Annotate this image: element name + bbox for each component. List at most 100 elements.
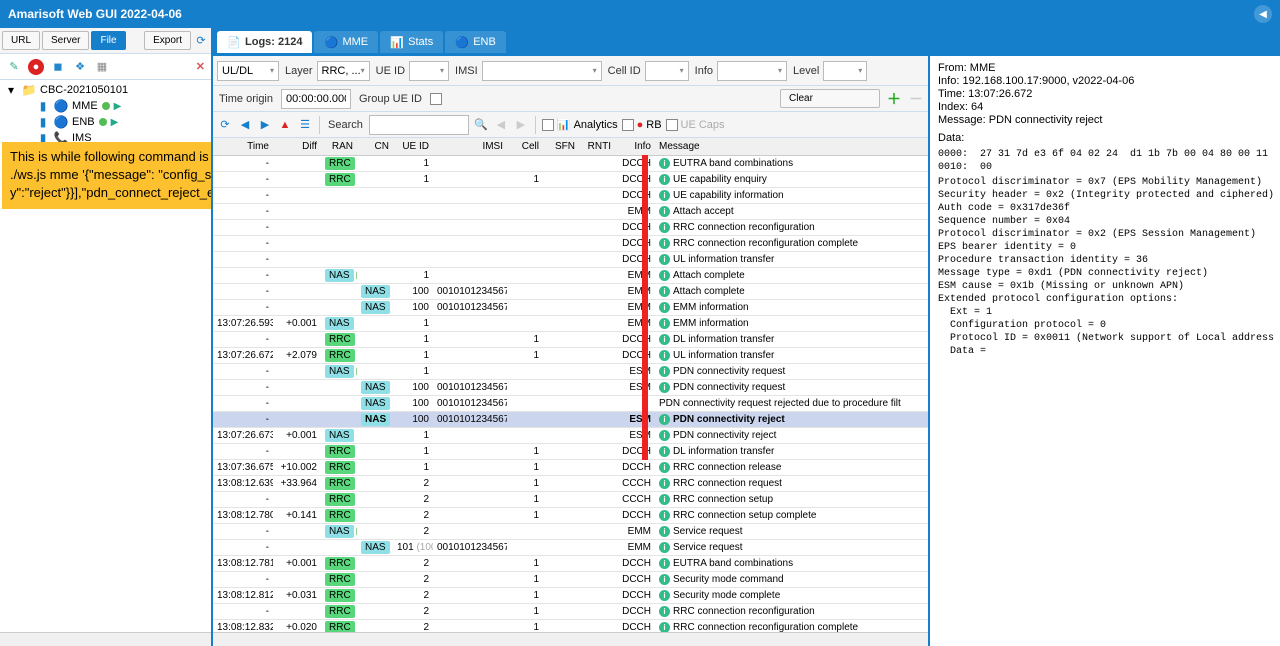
server-button[interactable]: Server — [42, 31, 89, 50]
log-row[interactable]: - DCCH iRRC connection reconfiguration — [213, 220, 928, 236]
col-imsi[interactable]: IMSI — [433, 138, 507, 155]
log-row[interactable]: 13:07:26.672 +2.079 RRC 1 1 DCCH iUL inf… — [213, 348, 928, 364]
info-icon[interactable]: i — [659, 238, 670, 249]
ueid-combo[interactable] — [409, 61, 449, 81]
info-icon[interactable]: i — [659, 318, 670, 329]
log-row[interactable]: - NAS ▶ 1 ESM iPDN connectivity request — [213, 364, 928, 380]
log-row[interactable]: - DCCH iUE capability information — [213, 188, 928, 204]
log-row[interactable]: - DCCH iRRC connection reconfiguration c… — [213, 236, 928, 252]
log-row[interactable]: 13:08:12.639 +33.964 RRC 2 1 CCCH iRRC c… — [213, 476, 928, 492]
log-row[interactable]: - NAS 100 001010123456789 EMM iAttach co… — [213, 284, 928, 300]
collapse-button[interactable]: ◀ — [1254, 5, 1272, 23]
grid-scrollbar[interactable] — [213, 632, 928, 646]
info-icon[interactable]: i — [659, 494, 670, 505]
log-row[interactable]: - RRC 1 1 DCCH iUE capability enquiry — [213, 172, 928, 188]
tree-root[interactable]: ▾ 📁 CBC-2021050101 — [2, 82, 209, 98]
log-row[interactable]: 13:07:36.675 +10.002 RRC 1 1 DCCH iRRC c… — [213, 460, 928, 476]
log-row[interactable]: - NAS 100 001010123456789 PDN connectivi… — [213, 396, 928, 412]
log-row[interactable]: 13:08:12.781 +0.001 RRC 2 1 DCCH iEUTRA … — [213, 556, 928, 572]
info-icon[interactable]: i — [659, 302, 670, 313]
group-ueid-checkbox[interactable] — [430, 93, 442, 105]
col-rnti[interactable]: RNTI — [579, 138, 615, 155]
info-icon[interactable]: i — [659, 510, 670, 521]
log-row[interactable]: - NAS 100 001010123456789 EMM iEMM infor… — [213, 300, 928, 316]
info-icon[interactable]: i — [659, 606, 670, 617]
tab-enb[interactable]: 🔵ENB — [445, 31, 506, 53]
col-cell[interactable]: Cell — [507, 138, 543, 155]
add-icon[interactable]: ＋ — [886, 91, 902, 107]
log-row[interactable]: - NAS ▶ 2 EMM iService request — [213, 524, 928, 540]
col-sfn[interactable]: SFN — [543, 138, 579, 155]
search-input[interactable] — [369, 115, 469, 135]
info-icon[interactable]: i — [659, 222, 670, 233]
log-row[interactable]: - RRC 1 1 DCCH iDL information transfer — [213, 444, 928, 460]
info-icon[interactable]: i — [659, 526, 670, 537]
stop-icon[interactable]: ◼ — [50, 59, 66, 75]
log-row[interactable]: - NAS 100 001010123456789 ESM iPDN conne… — [213, 412, 928, 428]
export-button[interactable]: Export — [144, 31, 191, 50]
info-icon[interactable]: i — [659, 270, 670, 281]
log-row[interactable]: - DCCH iUL information transfer — [213, 252, 928, 268]
info-icon[interactable]: i — [659, 574, 670, 585]
info-icon[interactable]: i — [659, 430, 670, 441]
log-row[interactable]: - RRC 1 DCCH iEUTRA band combinations — [213, 156, 928, 172]
col-message[interactable]: Message — [655, 138, 928, 155]
warn-icon[interactable]: ▲ — [277, 117, 293, 133]
info-icon[interactable]: i — [659, 382, 670, 393]
log-row[interactable]: - RRC 2 1 CCCH iRRC connection setup — [213, 492, 928, 508]
col-ueid[interactable]: UE ID — [393, 138, 433, 155]
log-row[interactable]: - EMM iAttach accept — [213, 204, 928, 220]
tab-mme[interactable]: 🔵MME — [314, 31, 378, 53]
log-row[interactable]: 13:08:12.832 +0.020 RRC 2 1 DCCH iRRC co… — [213, 620, 928, 632]
log-row[interactable]: - RRC 2 1 DCCH iRRC connection reconfigu… — [213, 604, 928, 620]
cellid-combo[interactable] — [645, 61, 689, 81]
analytics-toggle[interactable]: 📊Analytics — [542, 118, 618, 131]
info-icon[interactable]: i — [659, 254, 670, 265]
info-icon[interactable]: i — [659, 366, 670, 377]
info-icon[interactable]: i — [659, 558, 670, 569]
tree-node-enb[interactable]: ▮ 🔵 ENB ▶ — [2, 114, 209, 130]
refresh-icon[interactable]: ⟳ — [193, 33, 209, 49]
level-combo[interactable] — [823, 61, 867, 81]
info-combo[interactable] — [717, 61, 787, 81]
info-icon[interactable]: i — [659, 174, 670, 185]
info-icon[interactable]: i — [659, 542, 670, 553]
time-origin-input[interactable] — [281, 89, 351, 109]
sidebar-scrollbar[interactable] — [0, 632, 211, 646]
sync-icon[interactable]: ❖ — [72, 59, 88, 75]
url-button[interactable]: URL — [2, 31, 40, 50]
log-row[interactable]: - RRC 2 1 DCCH iSecurity mode command — [213, 572, 928, 588]
info-icon[interactable]: i — [659, 446, 670, 457]
rb-toggle[interactable]: ●RB — [622, 119, 662, 131]
remove-icon[interactable]: － — [908, 91, 924, 107]
info-icon[interactable]: i — [659, 414, 670, 425]
layer-combo[interactable]: RRC, ... — [317, 61, 370, 81]
info-icon[interactable]: i — [659, 158, 670, 169]
col-info[interactable]: Info — [615, 138, 655, 155]
log-row[interactable]: - NAS ▶ 1 EMM iAttach complete — [213, 268, 928, 284]
tab-logs[interactable]: 📄Logs: 2124 — [217, 31, 312, 53]
info-icon[interactable]: i — [659, 478, 670, 489]
refresh-icon[interactable]: ⟳ — [217, 117, 233, 133]
col-time[interactable]: Time — [213, 138, 273, 155]
info-icon[interactable]: i — [659, 350, 670, 361]
info-icon[interactable]: i — [659, 622, 670, 632]
col-cn[interactable]: CN — [357, 138, 393, 155]
search-prev-icon[interactable]: ◀ — [493, 117, 509, 133]
log-row[interactable]: - RRC 1 1 DCCH iDL information transfer — [213, 332, 928, 348]
tree-node-mme[interactable]: ▮ 🔵 MME ▶ — [2, 98, 209, 114]
clear-button[interactable]: Clear — [780, 89, 880, 108]
log-row[interactable]: 13:07:26.593 +0.001 NAS ◀ 1 EMM iEMM inf… — [213, 316, 928, 332]
close-icon[interactable]: ✕ — [196, 60, 205, 73]
log-row[interactable]: 13:07:26.673 +0.001 NAS ◀ 1 ESM iPDN con… — [213, 428, 928, 444]
grid-icon[interactable]: ▦ — [94, 59, 110, 75]
info-icon[interactable]: i — [659, 190, 670, 201]
wand-icon[interactable]: ✎ — [6, 59, 22, 75]
imsi-combo[interactable] — [482, 61, 602, 81]
search-next-icon[interactable]: ▶ — [513, 117, 529, 133]
info-icon[interactable]: i — [659, 590, 670, 601]
log-grid[interactable]: TimeDiffRANCNUE IDIMSICellSFNRNTIInfoMes… — [213, 138, 928, 632]
tab-stats[interactable]: 📊Stats — [380, 31, 443, 53]
col-ran[interactable]: RAN — [321, 138, 357, 155]
log-row[interactable]: 13:08:12.812 +0.031 RRC 2 1 DCCH iSecuri… — [213, 588, 928, 604]
